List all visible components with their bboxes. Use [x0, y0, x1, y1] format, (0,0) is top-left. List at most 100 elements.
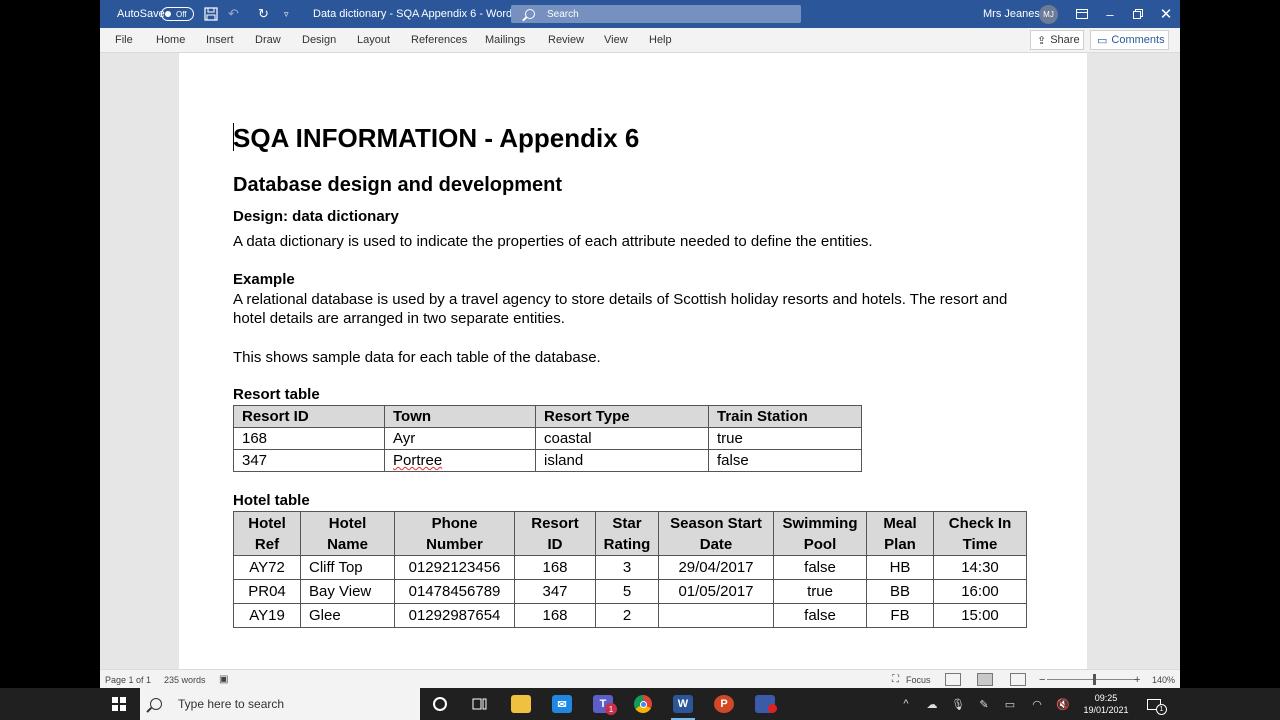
ribbon-tabs: File Home Insert Draw Design Layout Refe… — [100, 28, 1180, 53]
word-taskbar-icon[interactable]: W — [667, 688, 699, 720]
header-line: Hotel — [248, 514, 286, 532]
taskbar-search-box[interactable]: Type here to search — [140, 688, 420, 720]
table-cell: 14:30 — [933, 555, 1027, 580]
zoom-in-icon[interactable]: + — [1134, 670, 1140, 688]
table-cell: 3 — [595, 555, 659, 580]
focus-icon[interactable]: ⛶ — [892, 670, 899, 688]
table-cell: 01292123456 — [394, 555, 515, 580]
page-count[interactable]: Page 1 of 1 — [105, 670, 151, 688]
tab-design[interactable]: Design — [302, 28, 336, 53]
table-row: 347 Portree island false — [233, 449, 862, 472]
recording-app-icon[interactable] — [749, 688, 781, 720]
table-cell: HB — [866, 555, 934, 580]
document-page[interactable]: SQA INFORMATION - Appendix 6 Database de… — [179, 53, 1087, 669]
table-cell: Bay View — [300, 579, 395, 604]
avatar[interactable]: MJ — [1039, 5, 1058, 24]
table-header-cell: Hotel Ref — [233, 511, 301, 556]
task-view-icon[interactable] — [464, 688, 496, 720]
show-hidden-icons[interactable]: ^ — [896, 688, 916, 720]
word-window: AutoSave Off ↶ ↻ ▿ Data dictionary - SQA… — [100, 0, 1180, 688]
tab-help[interactable]: Help — [649, 28, 672, 53]
zoom-slider[interactable] — [1047, 679, 1137, 680]
table-cell: 01478456789 — [394, 579, 515, 604]
header-line: Star — [612, 514, 642, 532]
cortana-icon[interactable] — [424, 688, 456, 720]
share-label: Share — [1050, 34, 1080, 46]
ribbon-display-options-icon[interactable] — [1068, 0, 1096, 28]
clock[interactable]: 09:25 19/01/2021 — [1081, 688, 1131, 720]
clock-date: 19/01/2021 — [1083, 705, 1129, 715]
tab-home[interactable]: Home — [156, 28, 185, 53]
table-cell: Portree — [384, 449, 536, 472]
header-line: Swimming — [782, 514, 858, 532]
table-cell: BB — [866, 579, 934, 604]
comments-button[interactable]: ▭ Comments — [1090, 30, 1169, 50]
tab-mailings[interactable]: Mailings — [485, 28, 525, 53]
header-line: Season Start — [670, 514, 762, 532]
volume-muted-icon[interactable]: 🔇 — [1053, 688, 1073, 720]
table-row: AY72 Cliff Top 01292123456 168 3 29/04/2… — [233, 555, 1027, 580]
teams-icon[interactable]: T 1 — [587, 688, 619, 720]
mail-icon[interactable]: ✉ — [546, 688, 578, 720]
notification-badge: 1 — [1156, 704, 1167, 715]
save-icon[interactable] — [204, 0, 218, 28]
proofing-icon[interactable]: ▣ — [219, 670, 228, 688]
table-cell: Glee — [300, 603, 395, 628]
close-icon[interactable]: ✕ — [1152, 0, 1180, 28]
file-explorer-icon[interactable] — [505, 688, 537, 720]
spelling-flagged-word[interactable]: Portree — [393, 452, 442, 469]
battery-icon[interactable]: ▭ — [1000, 688, 1020, 720]
undo-icon[interactable]: ↶ — [228, 0, 239, 28]
redo-icon[interactable]: ↻ — [258, 0, 269, 28]
minimize-icon[interactable]: – — [1096, 0, 1124, 28]
table-cell: false — [773, 555, 867, 580]
read-mode-icon[interactable] — [945, 673, 961, 686]
header-line: Number — [426, 535, 483, 553]
autosave-toggle[interactable]: Off — [161, 7, 194, 21]
tab-view[interactable]: View — [604, 28, 628, 53]
print-layout-icon[interactable] — [977, 673, 993, 686]
sample-paragraph: This shows sample data for each table of… — [233, 349, 601, 366]
document-heading: SQA INFORMATION - Appendix 6 — [233, 123, 640, 153]
table-cell: 01/05/2017 — [658, 579, 774, 604]
tab-references[interactable]: References — [411, 28, 467, 53]
table-cell: 347 — [514, 579, 596, 604]
start-button[interactable] — [108, 688, 130, 720]
customize-qat-icon[interactable]: ▿ — [284, 0, 289, 28]
status-bar: Page 1 of 1 235 words ▣ ⛶ Focus − + 140% — [100, 669, 1180, 688]
search-box[interactable]: Search — [511, 5, 801, 23]
table-header-cell: Town — [384, 405, 536, 428]
table-cell: AY19 — [233, 603, 301, 628]
restore-icon[interactable] — [1124, 0, 1152, 28]
web-layout-icon[interactable] — [1010, 673, 1026, 686]
table-cell: true — [708, 427, 862, 450]
zoom-slider-thumb[interactable] — [1093, 674, 1096, 685]
table-cell: 01292987654 — [394, 603, 515, 628]
powerpoint-icon[interactable]: P — [708, 688, 740, 720]
tab-draw[interactable]: Draw — [255, 28, 281, 53]
chrome-icon[interactable] — [627, 688, 659, 720]
table-cell: AY72 — [233, 555, 301, 580]
user-name[interactable]: Mrs Jeanes — [983, 0, 1040, 28]
table-cell: false — [708, 449, 862, 472]
microphone-icon[interactable]: 🎙 — [948, 688, 968, 720]
clock-time: 09:25 — [1094, 693, 1118, 703]
desktop-screen: AutoSave Off ↶ ↻ ▿ Data dictionary - SQA… — [0, 0, 1280, 720]
focus-label[interactable]: Focus — [906, 670, 931, 688]
table-header-cell: Star Rating — [595, 511, 659, 556]
title-bar: AutoSave Off ↶ ↻ ▿ Data dictionary - SQA… — [100, 0, 1180, 28]
tab-review[interactable]: Review — [548, 28, 584, 53]
tab-file[interactable]: File — [115, 28, 133, 53]
word-count[interactable]: 235 words — [164, 670, 206, 688]
zoom-out-icon[interactable]: − — [1039, 670, 1045, 688]
header-line: Plan — [884, 535, 916, 553]
tab-layout[interactable]: Layout — [357, 28, 390, 53]
tab-insert[interactable]: Insert — [206, 28, 234, 53]
resort-table: Resort ID Town Resort Type Train Station… — [233, 405, 862, 472]
wifi-icon[interactable]: ◠ — [1027, 688, 1047, 720]
onedrive-icon[interactable]: ☁ — [922, 688, 942, 720]
share-button[interactable]: ⇪ Share — [1030, 30, 1084, 50]
pen-workspace-icon[interactable]: ✎ — [974, 688, 994, 720]
zoom-level[interactable]: 140% — [1152, 670, 1175, 688]
notification-center-icon[interactable]: 1 — [1142, 688, 1167, 720]
